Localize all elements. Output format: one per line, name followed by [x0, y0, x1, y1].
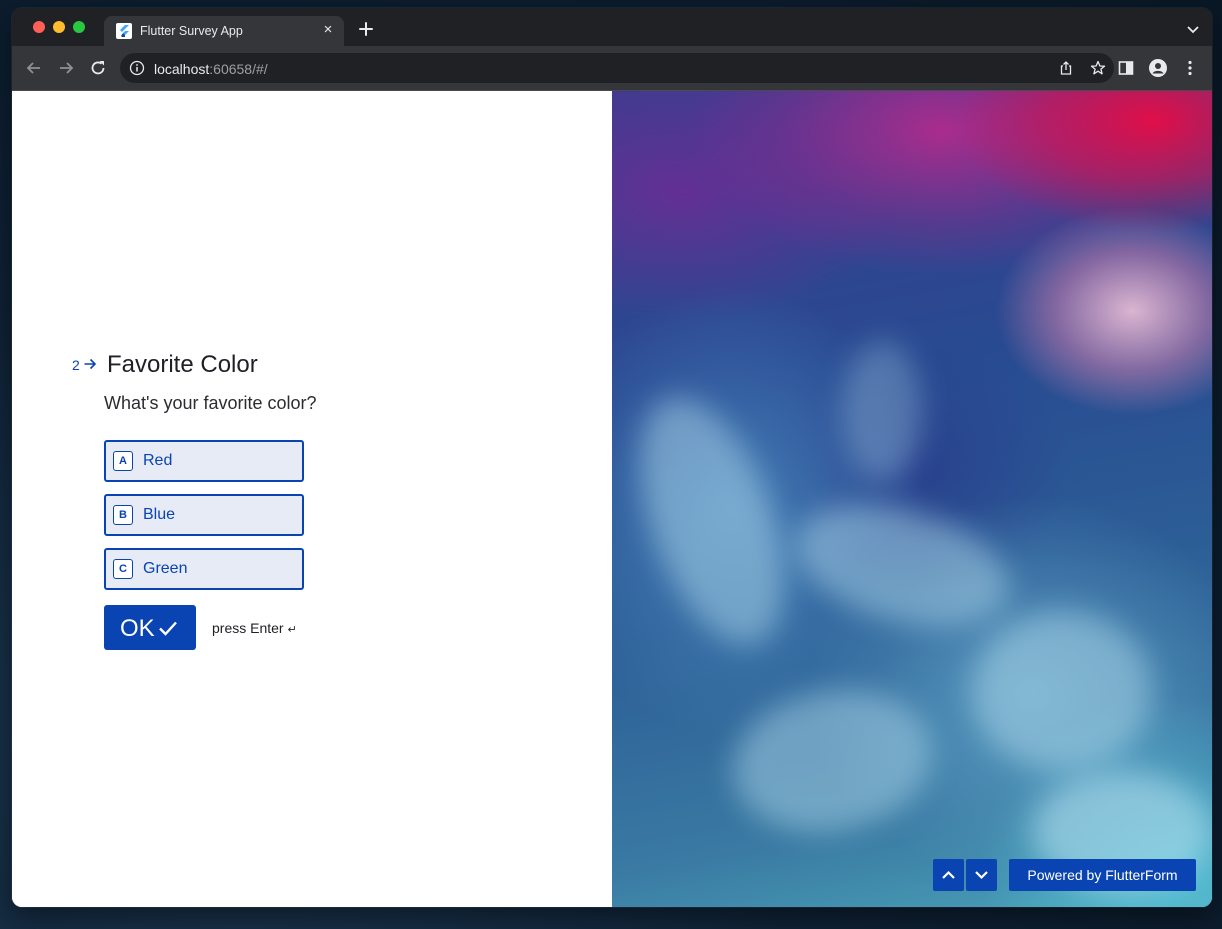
tab-flutter-survey-app[interactable]: Flutter Survey App ×	[104, 16, 344, 46]
chevron-down-icon	[975, 871, 988, 880]
url-host: localhost	[154, 61, 210, 77]
next-question-button[interactable]	[966, 859, 997, 891]
checkmark-icon	[158, 619, 178, 637]
option-label: Blue	[143, 506, 176, 523]
page-content: 2 Favorite Color What's your favorite co…	[12, 91, 1212, 907]
ok-label: OK	[120, 615, 155, 642]
tab-search-chevron-icon[interactable]	[1186, 22, 1200, 34]
chevron-up-icon	[942, 870, 955, 879]
minimize-window-button[interactable]	[53, 21, 65, 33]
ok-button[interactable]: OK	[104, 605, 196, 650]
browser-toolbar: localhost:60658/#/	[12, 46, 1212, 90]
option-blue[interactable]: B Blue	[104, 494, 304, 536]
hint-text: press Enter	[212, 620, 284, 636]
question-description: What's your favorite color?	[104, 393, 317, 413]
info-icon[interactable]	[129, 60, 145, 76]
forward-arrow-icon[interactable]	[56, 58, 76, 78]
option-red[interactable]: A Red	[104, 440, 304, 482]
address-bar[interactable]: localhost:60658/#/	[120, 53, 1114, 83]
option-key: C	[113, 559, 133, 579]
powered-by-button[interactable]: Powered by FlutterForm	[1009, 859, 1196, 891]
browser-window: Flutter Survey App × localhost:60658/#/ …	[12, 8, 1212, 907]
kebab-menu-icon[interactable]	[1180, 58, 1200, 78]
back-arrow-icon[interactable]	[24, 58, 44, 78]
tab-title: Flutter Survey App	[140, 24, 243, 38]
smoke-wisp	[842, 341, 922, 481]
option-label: Red	[143, 452, 173, 469]
background-image-smoke: Powered by FlutterForm	[612, 91, 1212, 907]
flutter-logo-icon	[116, 23, 132, 39]
reload-icon[interactable]	[88, 58, 108, 78]
smoke-wisp	[612, 378, 813, 664]
share-icon[interactable]	[1058, 60, 1074, 76]
close-window-button[interactable]	[33, 21, 45, 33]
smoke-wisp	[781, 484, 1023, 648]
option-label: Green	[143, 560, 188, 577]
profile-icon[interactable]	[1148, 58, 1168, 78]
question-number: 2	[72, 357, 80, 373]
option-key: B	[113, 505, 133, 525]
question-navigation	[933, 859, 997, 891]
smoke-wisp	[972, 611, 1152, 771]
url-text: localhost:60658/#/	[154, 61, 268, 77]
tab-close-icon[interactable]: ×	[320, 22, 336, 38]
option-list: A Red B Blue C Green	[104, 440, 304, 602]
smoke-wisp	[721, 674, 943, 848]
question-title: Favorite Color	[107, 351, 258, 378]
previous-question-button[interactable]	[933, 859, 964, 891]
press-enter-hint: press Enter ↵	[212, 620, 297, 636]
tab-strip: Flutter Survey App ×	[12, 8, 1212, 46]
star-icon[interactable]	[1090, 60, 1106, 76]
url-path: :60658/#/	[209, 61, 268, 77]
right-arrow-icon	[83, 357, 97, 371]
side-panel-icon[interactable]	[1116, 58, 1136, 78]
fullscreen-window-button[interactable]	[73, 21, 85, 33]
survey-pane: 2 Favorite Color What's your favorite co…	[12, 91, 612, 907]
enter-key-icon: ↵	[287, 624, 297, 636]
option-green[interactable]: C Green	[104, 548, 304, 590]
plus-icon[interactable]	[356, 19, 376, 39]
option-key: A	[113, 451, 133, 471]
